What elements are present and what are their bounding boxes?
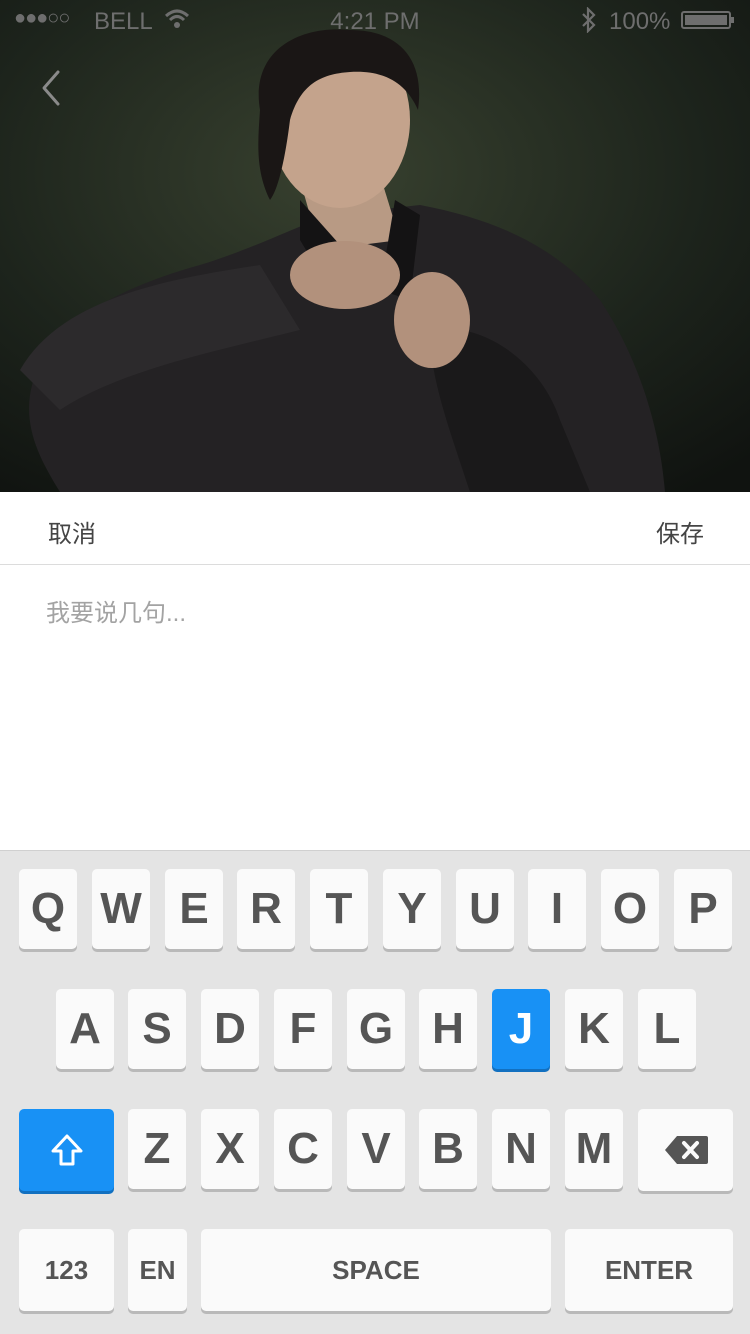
- key-p[interactable]: P: [674, 869, 732, 949]
- key-b[interactable]: B: [419, 1109, 477, 1189]
- numbers-key[interactable]: 123: [19, 1229, 114, 1311]
- key-h[interactable]: H: [419, 989, 477, 1069]
- key-c[interactable]: C: [274, 1109, 332, 1189]
- key-e[interactable]: E: [165, 869, 223, 949]
- battery-icon: [681, 11, 734, 29]
- key-r[interactable]: R: [237, 869, 295, 949]
- key-g[interactable]: G: [347, 989, 405, 1069]
- key-q[interactable]: Q: [19, 869, 77, 949]
- key-z[interactable]: Z: [128, 1109, 186, 1189]
- back-button[interactable]: [34, 66, 74, 110]
- language-key[interactable]: EN: [128, 1229, 187, 1311]
- key-i[interactable]: I: [528, 869, 586, 949]
- status-bar: ●●●○○ BELL 4:21 PM 100%: [0, 0, 750, 40]
- key-v[interactable]: V: [347, 1109, 405, 1189]
- key-x[interactable]: X: [201, 1109, 259, 1189]
- key-a[interactable]: A: [56, 989, 114, 1069]
- battery-percent: 100%: [609, 8, 671, 35]
- photo-illustration: [0, 0, 750, 492]
- comment-input[interactable]: [46, 593, 706, 813]
- compose-area: [0, 565, 750, 850]
- save-button[interactable]: 保存: [656, 514, 704, 549]
- keyboard: Q W E R T Y U I O P A S D F G H J K L Z …: [0, 850, 750, 1334]
- key-w[interactable]: W: [92, 869, 150, 949]
- key-t[interactable]: T: [310, 869, 368, 949]
- key-u[interactable]: U: [456, 869, 514, 949]
- key-s[interactable]: S: [128, 989, 186, 1069]
- backspace-icon: [664, 1136, 708, 1164]
- key-o[interactable]: O: [601, 869, 659, 949]
- key-l[interactable]: L: [638, 989, 696, 1069]
- action-bar: 取消 保存: [0, 492, 750, 565]
- key-f[interactable]: F: [274, 989, 332, 1069]
- key-n[interactable]: N: [492, 1109, 550, 1189]
- header-photo: ●●●○○ BELL 4:21 PM 100%: [0, 0, 750, 492]
- backspace-key[interactable]: [638, 1109, 733, 1191]
- chevron-left-icon: [42, 70, 60, 106]
- enter-key[interactable]: ENTER: [565, 1229, 733, 1311]
- key-k[interactable]: K: [565, 989, 623, 1069]
- shift-arrow-icon: [51, 1134, 82, 1166]
- key-j[interactable]: J: [492, 989, 550, 1069]
- cancel-button[interactable]: 取消: [48, 514, 96, 549]
- key-d[interactable]: D: [201, 989, 259, 1069]
- key-y[interactable]: Y: [383, 869, 441, 949]
- shift-key[interactable]: [19, 1109, 114, 1191]
- key-m[interactable]: M: [565, 1109, 623, 1189]
- space-key[interactable]: SPACE: [201, 1229, 551, 1311]
